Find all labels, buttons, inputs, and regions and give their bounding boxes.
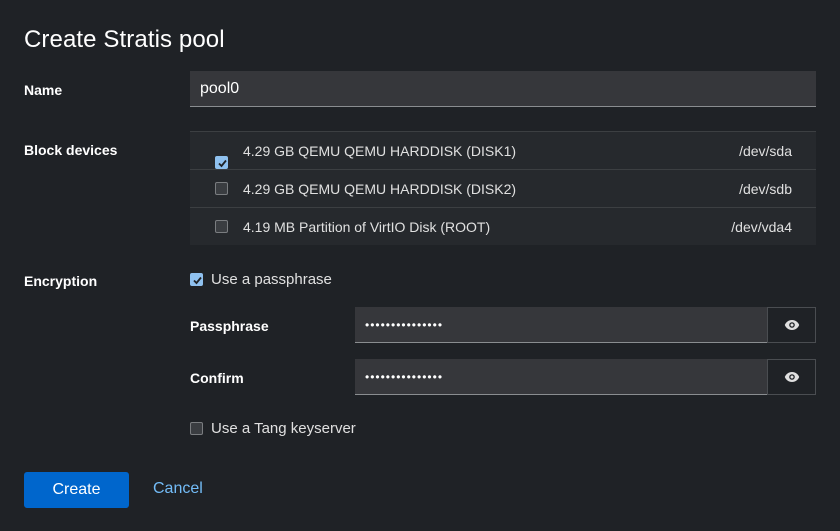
list-item[interactable]: 4.19 MB Partition of VirtIO Disk (ROOT) … xyxy=(190,208,816,246)
use-passphrase-checkbox[interactable] xyxy=(190,273,203,286)
show-passphrase-button[interactable] xyxy=(767,307,816,343)
passphrase-input[interactable]: ••••••••••••••• xyxy=(355,307,767,343)
device-checkbox-vda4[interactable] xyxy=(215,220,228,233)
show-confirm-button[interactable] xyxy=(767,359,816,395)
checkmark-icon xyxy=(193,276,202,285)
confirm-label: Confirm xyxy=(190,370,244,386)
create-stratis-pool-dialog: Create Stratis pool Name Block devices 4… xyxy=(0,0,840,531)
eye-icon xyxy=(784,320,799,330)
encryption-label: Encryption xyxy=(24,273,98,289)
confirm-field-group: ••••••••••••••• xyxy=(355,359,816,395)
device-name: 4.19 MB Partition of VirtIO Disk (ROOT) xyxy=(243,219,491,235)
block-devices-list: 4.29 GB QEMU QEMU HARDDISK (DISK1) /dev/… xyxy=(190,131,816,245)
block-devices-label: Block devices xyxy=(24,142,118,158)
confirm-input[interactable]: ••••••••••••••• xyxy=(355,359,767,395)
device-name: 4.29 GB QEMU QEMU HARDDISK (DISK1) xyxy=(243,142,517,159)
use-passphrase-label: Use a passphrase xyxy=(211,271,332,288)
name-label: Name xyxy=(24,82,63,98)
list-item[interactable]: 4.29 GB QEMU QEMU HARDDISK (DISK1) /dev/… xyxy=(190,132,816,170)
device-path: /dev/sda xyxy=(739,142,792,159)
passphrase-field-group: ••••••••••••••• xyxy=(355,307,816,343)
use-tang-label: Use a Tang keyserver xyxy=(211,420,356,437)
eye-icon xyxy=(784,372,799,382)
device-path: /dev/vda4 xyxy=(731,219,792,235)
use-tang-checkbox[interactable] xyxy=(190,422,203,435)
create-button[interactable]: Create xyxy=(24,472,129,508)
name-input[interactable] xyxy=(190,71,816,107)
checkmark-icon xyxy=(218,159,227,168)
passphrase-label: Passphrase xyxy=(190,318,269,334)
device-name: 4.29 GB QEMU QEMU HARDDISK (DISK2) xyxy=(243,180,517,197)
list-item[interactable]: 4.29 GB QEMU QEMU HARDDISK (DISK2) /dev/… xyxy=(190,170,816,208)
use-passphrase-option[interactable]: Use a passphrase xyxy=(190,271,332,288)
device-checkbox-sda[interactable] xyxy=(215,156,228,169)
device-path: /dev/sdb xyxy=(739,180,792,197)
cancel-button[interactable]: Cancel xyxy=(153,480,203,498)
use-tang-option[interactable]: Use a Tang keyserver xyxy=(190,420,356,437)
device-checkbox-sdb[interactable] xyxy=(215,182,228,195)
dialog-title: Create Stratis pool xyxy=(24,26,225,53)
